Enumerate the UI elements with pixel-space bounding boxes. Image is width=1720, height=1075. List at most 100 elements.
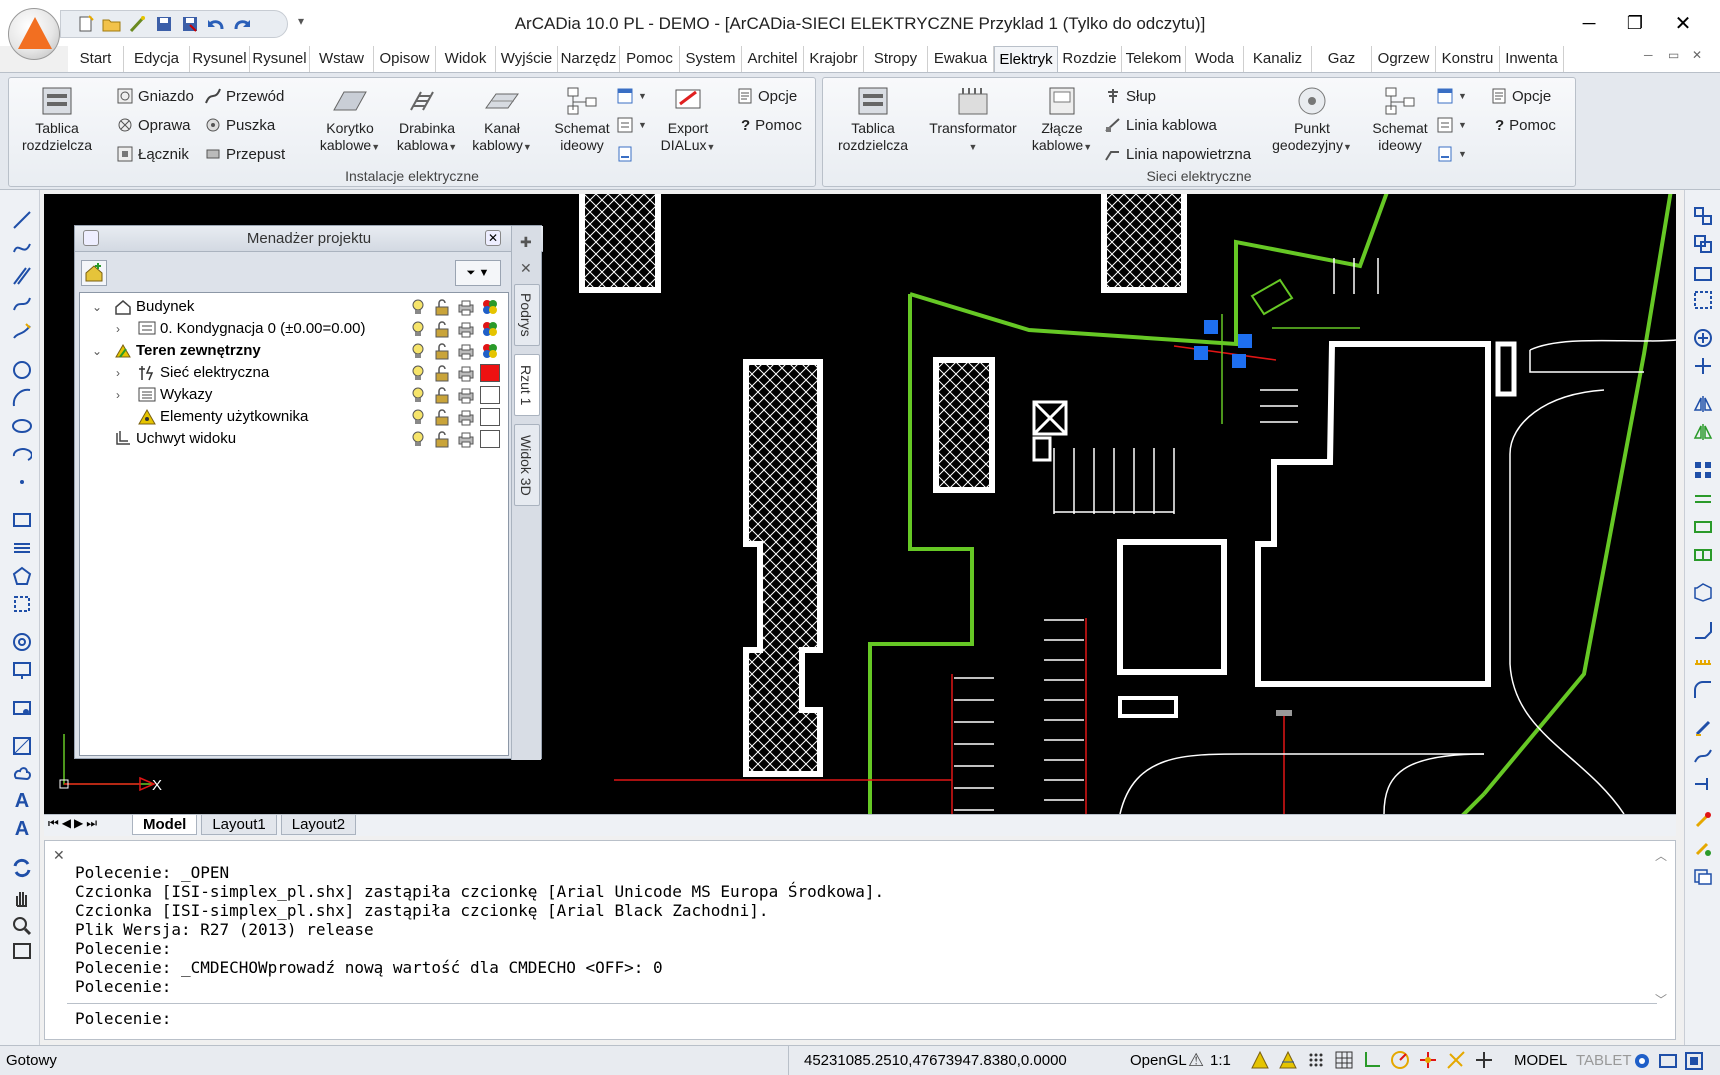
scroll-up-icon[interactable]: ︿	[1655, 847, 1667, 864]
edit-icon[interactable]	[1693, 718, 1713, 738]
tab-rzut-1[interactable]: Rzut 1	[514, 354, 540, 416]
layer-color-swatch[interactable]	[480, 364, 500, 382]
lock-open-icon[interactable]	[432, 298, 452, 316]
text-tool-icon[interactable]: A	[12, 790, 32, 812]
tab-start[interactable]: Start	[68, 46, 124, 72]
slup-button[interactable]: Słup	[1105, 84, 1156, 108]
zlacze-kablowe-button[interactable]: Złącze kablowe▼	[1023, 86, 1101, 156]
panel1-tool-c[interactable]	[617, 142, 633, 166]
printer-icon[interactable]	[456, 320, 476, 338]
panel-close-icon[interactable]: ✕	[485, 230, 501, 246]
pan-hand-icon[interactable]	[12, 888, 32, 908]
tab-rozdzie[interactable]: Rozdzie	[1058, 46, 1122, 72]
hatch-tool-icon[interactable]	[12, 538, 32, 558]
command-input-area[interactable]	[67, 1003, 1657, 1033]
status-scale[interactable]: 1:1	[1210, 1052, 1231, 1069]
tab-podrys[interactable]: Podrys	[514, 284, 540, 346]
object-snap-icon[interactable]	[1418, 1050, 1438, 1070]
ortho-icon[interactable]	[1362, 1050, 1382, 1070]
regen-icon[interactable]	[12, 858, 32, 878]
export-dialux-button[interactable]: Export DIALux▼	[653, 86, 723, 156]
filter-dropdown[interactable]: ⏷ ▼	[455, 260, 501, 286]
tab-widok-3d[interactable]: Widok 3D	[514, 424, 540, 506]
tab-inwenta[interactable]: Inwenta	[1500, 46, 1564, 72]
printer-icon[interactable]	[456, 342, 476, 360]
layer-color-swatch[interactable]	[480, 386, 500, 404]
mdi-restore-button[interactable]: ▭	[1668, 48, 1679, 62]
status-tablet[interactable]: TABLET	[1576, 1052, 1632, 1069]
status-renderer[interactable]: OpenGL	[1130, 1052, 1187, 1069]
tab-gaz[interactable]: Gaz	[1312, 46, 1372, 72]
arc-tool-icon[interactable]	[12, 388, 32, 408]
explode-icon[interactable]	[1693, 810, 1713, 830]
lightbulb-icon[interactable]	[408, 408, 428, 426]
fullscreen-icon[interactable]	[1684, 1051, 1704, 1071]
lightbulb-icon[interactable]	[408, 320, 428, 338]
tablica-rozdzielcza-button[interactable]: Tablica rozdzielcza	[15, 86, 99, 154]
snap-grid-icon[interactable]	[1306, 1050, 1326, 1070]
panel2-tool-a[interactable]: ▼	[1437, 84, 1467, 108]
panel2-tool-c[interactable]: ▼	[1437, 142, 1467, 166]
tab-ogrzew[interactable]: Ogrzew	[1372, 46, 1436, 72]
tree-item[interactable]: ⌄ Teren zewnętrzny	[80, 339, 510, 363]
ellipse-tool-icon[interactable]	[12, 416, 32, 436]
annotation-scale-icon[interactable]: ⚠	[1188, 1050, 1204, 1071]
printer-icon[interactable]	[456, 298, 476, 316]
multiline-tool-icon[interactable]	[12, 266, 32, 286]
tree-item[interactable]: › 0. Kondygnacja 0 (±0.00=0.00)	[80, 317, 510, 341]
korytko-kablowe-button[interactable]: Korytko kablowe▼	[311, 86, 389, 156]
tab-wstaw[interactable]: Wstaw	[310, 46, 374, 72]
color-palette-icon[interactable]	[480, 320, 500, 338]
linia-kablowa-button[interactable]: Linia kablowa	[1105, 113, 1217, 137]
layer-color-swatch[interactable]	[480, 408, 500, 426]
opcje1-button[interactable]: Opcje	[737, 84, 797, 108]
restore-button[interactable]: ❐	[1612, 8, 1658, 38]
circle-tool-icon[interactable]	[12, 360, 32, 380]
extend-icon[interactable]	[1693, 774, 1713, 794]
scale-icon[interactable]	[1693, 544, 1713, 564]
przewod-button[interactable]: Przewód	[205, 84, 284, 108]
status-model[interactable]: MODEL	[1514, 1052, 1567, 1069]
schemat-ideowy-button[interactable]: Schemat ideowy	[547, 86, 617, 154]
layer-color-swatch[interactable]	[480, 430, 500, 448]
pin-icon[interactable]: ✚	[520, 234, 532, 251]
snap-icon-1[interactable]	[1693, 206, 1713, 226]
lightbulb-icon[interactable]	[408, 364, 428, 382]
tree-item[interactable]: Uchwyt widoku	[80, 427, 510, 451]
region-tool-icon[interactable]	[12, 594, 32, 614]
printer-icon[interactable]	[456, 386, 476, 404]
transformator-button[interactable]: Transformator ▼	[921, 86, 1025, 156]
color-palette-icon[interactable]	[480, 298, 500, 316]
tree-item[interactable]: › Wykazy	[80, 383, 510, 407]
rectangle-tool-icon[interactable]	[12, 510, 32, 530]
stretch-icon[interactable]	[1693, 516, 1713, 536]
move-icon[interactable]	[1693, 356, 1713, 376]
project-manager-title[interactable]: Menadżer projektu	[75, 226, 543, 252]
przepust-button[interactable]: Przepust	[205, 142, 285, 166]
tab-telekom[interactable]: Telekom	[1122, 46, 1186, 72]
tab-elektryk[interactable]: Elektryk	[994, 46, 1058, 72]
tab-kanaliz[interactable]: Kanaliz	[1244, 46, 1312, 72]
printer-icon[interactable]	[456, 408, 476, 426]
kanal-kablowy-button[interactable]: Kanał kablowy▼	[465, 86, 539, 156]
side-close-icon[interactable]: ✕	[520, 260, 532, 277]
color-palette-icon[interactable]	[480, 342, 500, 360]
linia-napowietrzna-button[interactable]: Linia napowietrzna	[1105, 142, 1251, 166]
pomoc1-button[interactable]: ? Pomoc	[741, 113, 802, 137]
opcje2-button[interactable]: Opcje	[1491, 84, 1551, 108]
mtext-tool-icon[interactable]: A	[12, 818, 32, 840]
grid-icon[interactable]	[1334, 1050, 1354, 1070]
minimize-button[interactable]: ─	[1566, 8, 1612, 38]
panel-menu-icon[interactable]	[83, 230, 99, 246]
polar-tracking-icon[interactable]	[1390, 1050, 1410, 1070]
lightbulb-icon[interactable]	[408, 386, 428, 404]
zoom-icon[interactable]	[12, 916, 32, 936]
tablica2-button[interactable]: Tablica rozdzielcza	[831, 86, 915, 154]
workspace-icon[interactable]	[1658, 1051, 1678, 1071]
settings-gear-icon[interactable]	[1632, 1051, 1652, 1071]
schemat2-button[interactable]: Schemat ideowy	[1365, 86, 1435, 154]
ellipse-arc-tool-icon[interactable]	[12, 444, 32, 464]
snap-icon-2[interactable]	[1693, 234, 1713, 254]
layout-tab-layout1[interactable]: Layout1	[201, 815, 277, 835]
add-building-button[interactable]	[81, 260, 107, 286]
